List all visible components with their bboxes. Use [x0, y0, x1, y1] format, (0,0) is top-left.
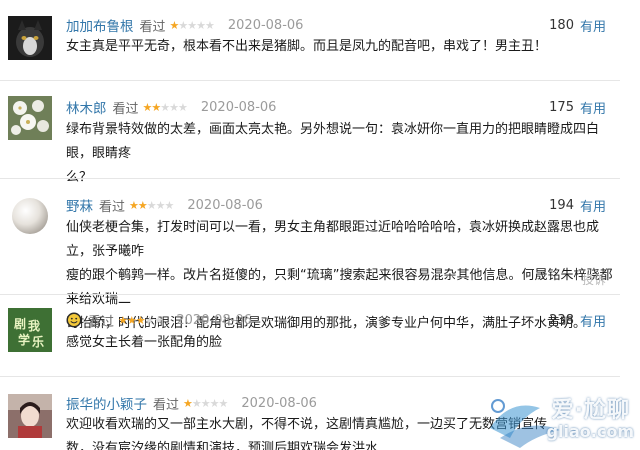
avatar[interactable] [8, 16, 52, 60]
site-watermark: 爱·尬聊 gliao.com [480, 388, 640, 450]
review-meta: 加加布鲁根 看过 ★★★★★ 2020-08-06 [66, 15, 304, 36]
star-filled-icon: ★ [151, 100, 161, 114]
star-empty-icon: ★ [146, 198, 157, 212]
avatar[interactable] [8, 194, 52, 238]
rating-stars: ★★★★★ [129, 198, 175, 212]
report-link[interactable]: 投诉 [582, 271, 606, 288]
logo-char-1: 剧 [14, 316, 26, 331]
divider [0, 294, 620, 295]
review-date: 2020-08-06 [200, 99, 277, 115]
divider [0, 376, 620, 377]
useful-button[interactable]: 有用 [580, 16, 606, 35]
avatar[interactable] [8, 394, 52, 438]
review-content: 感觉女主长着一张配角的脸 [66, 335, 223, 350]
watch-status: 看过 [99, 199, 126, 215]
star-empty-icon: ★ [153, 313, 164, 327]
rating-stars: ★★★★★ [143, 100, 188, 114]
useful-button[interactable]: 有用 [580, 98, 606, 117]
star-filled-icon: ★ [118, 313, 128, 327]
review-date: 2020-08-06 [176, 312, 252, 328]
vote-area: 175 有用 [549, 97, 606, 117]
logo-char-3: 学 [18, 332, 30, 347]
vote-count: 194 [549, 197, 574, 213]
star-empty-icon: ★ [196, 18, 206, 32]
rating-stars: ★★★★★ [183, 396, 229, 410]
logo-char-2: 我 [28, 318, 40, 333]
star-filled-icon: ★ [183, 396, 193, 410]
star-empty-icon: ★ [169, 100, 179, 114]
review-date: 2020-08-06 [227, 17, 304, 33]
star-filled-icon: ★ [137, 198, 148, 212]
white-flowers-photo [8, 96, 52, 140]
divider [0, 80, 620, 81]
star-empty-icon: ★ [200, 396, 211, 410]
portrait-photo [8, 394, 52, 438]
username-link[interactable]: 野菻 [66, 195, 93, 215]
username-link[interactable]: 林木郎 [66, 97, 107, 117]
star-filled-icon: ★ [135, 313, 146, 327]
username-link[interactable]: 振华的小颖子 [66, 393, 147, 413]
star-empty-icon: ★ [164, 198, 175, 212]
useful-button[interactable]: 有用 [580, 311, 606, 330]
star-empty-icon: ★ [178, 18, 188, 32]
review-meta: 野菻 看过 ★★★★★ 2020-08-06 [66, 195, 263, 216]
divider [0, 178, 620, 179]
review-content: 女主真是平平无奇，根本看不出来是猪脚。而且是凤九的配音吧，串戏了！男主丑！ [66, 39, 548, 54]
star-filled-icon: ★ [129, 198, 139, 212]
vote-count: 175 [549, 99, 574, 115]
avatar[interactable]: 剧 我 学 乐 [8, 308, 52, 352]
smiley-icon[interactable] [66, 312, 82, 328]
star-empty-icon: ★ [160, 100, 170, 114]
rating-stars: ★★★★★ [170, 18, 215, 32]
useful-button[interactable]: 有用 [580, 196, 606, 215]
vote-area: 180 有用 [549, 15, 606, 35]
star-empty-icon: ★ [209, 396, 220, 410]
watch-status: 看过 [112, 101, 139, 117]
username-link[interactable]: 加加布鲁根 [66, 15, 134, 35]
review-meta: 林木郎 看过 ★★★★★ 2020-08-06 [66, 97, 277, 118]
avatar[interactable] [8, 96, 52, 140]
vote-area: 238 有用 [549, 310, 606, 330]
review-date: 2020-08-06 [241, 395, 317, 411]
star-empty-icon: ★ [218, 396, 229, 410]
watch-status: 看过 [153, 397, 180, 413]
watch-status: 看过 [88, 314, 115, 330]
vote-area: 194 有用 [549, 195, 606, 215]
review-meta: 看过 ★★★★★ 2020-08-06 [66, 310, 252, 330]
review-meta: 振华的小颖子 看过 ★★★★★ 2020-08-06 [66, 393, 317, 414]
pearl-photo [8, 194, 52, 238]
star-empty-icon: ★ [178, 100, 188, 114]
star-empty-icon: ★ [205, 18, 215, 32]
vote-count: 180 [549, 17, 574, 33]
rating-stars: ★★★★★ [118, 313, 164, 327]
green-text-logo: 剧 我 学 乐 [8, 308, 52, 352]
watermark-text: 爱·尬聊 [551, 398, 630, 423]
star-filled-icon: ★ [126, 313, 137, 327]
review-date: 2020-08-06 [187, 197, 263, 213]
watermark-url: gliao.com [546, 422, 634, 441]
star-empty-icon: ★ [187, 18, 197, 32]
star-empty-icon: ★ [191, 396, 202, 410]
dark-animal-photo [8, 16, 52, 60]
vote-count: 238 [549, 312, 574, 328]
star-empty-icon: ★ [155, 198, 166, 212]
review-content: 绿布背景特效做的太差，画面太亮太艳。另外想说一句：袁冰妍你一直用力的把眼睛瞪成四… [66, 122, 600, 185]
watch-status: 看过 [139, 19, 166, 35]
logo-char-4: 乐 [32, 334, 44, 349]
star-empty-icon: ★ [144, 313, 155, 327]
